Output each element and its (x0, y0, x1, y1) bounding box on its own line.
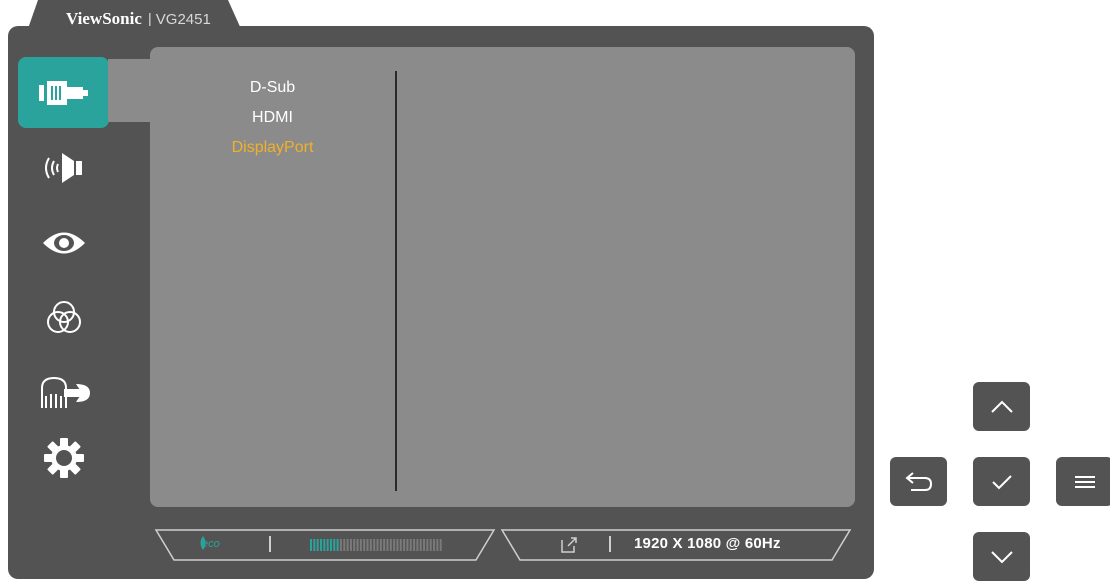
eco-meter-tick (379, 539, 382, 551)
external-display-icon (561, 537, 577, 553)
eco-meter-tick (436, 539, 439, 551)
eco-meter-tick (439, 539, 442, 551)
eco-meter-tick (399, 539, 402, 551)
eco-meter-tick (406, 539, 409, 551)
eco-meter-tick (339, 539, 342, 551)
sidebar-item-color[interactable] (18, 282, 109, 353)
list-item-displayport[interactable]: DisplayPort (150, 133, 395, 163)
back-button[interactable] (890, 457, 947, 506)
menu-icon (1074, 475, 1095, 488)
eco-meter-tick (419, 539, 422, 551)
eco-meter-tick (359, 539, 362, 551)
list-item-d-sub[interactable]: D-Sub (150, 73, 395, 103)
eco-label: eco (202, 538, 220, 550)
eco-meter-tick (423, 539, 426, 551)
eco-meter-tick (356, 539, 359, 551)
eco-meter-tick (353, 539, 356, 551)
chevron-down-icon (990, 550, 1013, 563)
eco-meter-tick (426, 539, 429, 551)
eco-meter (310, 539, 442, 551)
list-item-hdmi[interactable]: HDMI (150, 103, 395, 133)
sidebar-item-setup[interactable] (18, 422, 109, 493)
eco-meter-tick (349, 539, 352, 551)
eco-meter-tick (363, 539, 366, 551)
eye-icon (42, 232, 85, 253)
eco-meter-tick (393, 539, 396, 551)
eco-meter-tick (383, 539, 386, 551)
eco-meter-tick (326, 539, 329, 551)
return-arrow-icon (904, 471, 932, 491)
sidebar-item-audio[interactable] (18, 132, 109, 203)
eco-meter-tick (329, 539, 332, 551)
up-button[interactable] (973, 382, 1030, 431)
eco-meter-tick (433, 539, 436, 551)
eco-meter-tick (416, 539, 419, 551)
eco-meter-tick (386, 539, 389, 551)
checkmark-icon (991, 474, 1012, 489)
eco-meter-tick (323, 539, 326, 551)
eco-meter-tick (313, 539, 316, 551)
hand-wrench-icon (40, 376, 90, 408)
column-divider (395, 71, 397, 491)
eco-meter-tick (403, 539, 406, 551)
eco-meter-tick (343, 539, 346, 551)
content-panel: D-Sub HDMI DisplayPort (150, 47, 855, 507)
eco-meter-tick (413, 539, 416, 551)
sidebar-item-manual-adjust[interactable] (18, 356, 109, 427)
input-connector-icon (38, 80, 88, 105)
ok-button[interactable] (973, 457, 1030, 506)
color-circles-icon (46, 300, 81, 333)
speaker-icon (44, 152, 82, 183)
eco-meter-tick (319, 539, 322, 551)
resolution-readout: 1920 X 1080 @ 60Hz (634, 535, 781, 552)
eco-meter-tick (373, 539, 376, 551)
eco-meter-tick (369, 539, 372, 551)
active-tab-connector (108, 59, 152, 122)
eco-meter-tick (310, 539, 312, 551)
eco-meter-tick (316, 539, 319, 551)
eco-meter-tick (389, 539, 392, 551)
eco-meter-tick (429, 539, 432, 551)
down-button[interactable] (973, 532, 1030, 581)
eco-meter-tick (336, 539, 339, 551)
chevron-up-icon (990, 400, 1013, 413)
sidebar-item-input-select[interactable] (18, 57, 109, 128)
eco-meter-tick (333, 539, 336, 551)
eco-meter-tick (376, 539, 379, 551)
sidebar-item-view-mode[interactable] (18, 207, 109, 278)
status-bar: eco 1920 X 1080 @ 60Hz (154, 528, 854, 562)
status-separator (269, 536, 271, 552)
osd-menu: D-Sub HDMI DisplayPort eco 1920 X 1080 @… (8, 26, 874, 579)
menu-button[interactable] (1056, 457, 1110, 506)
eco-meter-tick (366, 539, 369, 551)
eco-meter-tick (346, 539, 349, 551)
input-source-list: D-Sub HDMI DisplayPort (150, 73, 395, 163)
eco-meter-tick (396, 539, 399, 551)
gear-icon (43, 437, 84, 478)
status-separator (609, 536, 611, 552)
eco-meter-tick (409, 539, 412, 551)
